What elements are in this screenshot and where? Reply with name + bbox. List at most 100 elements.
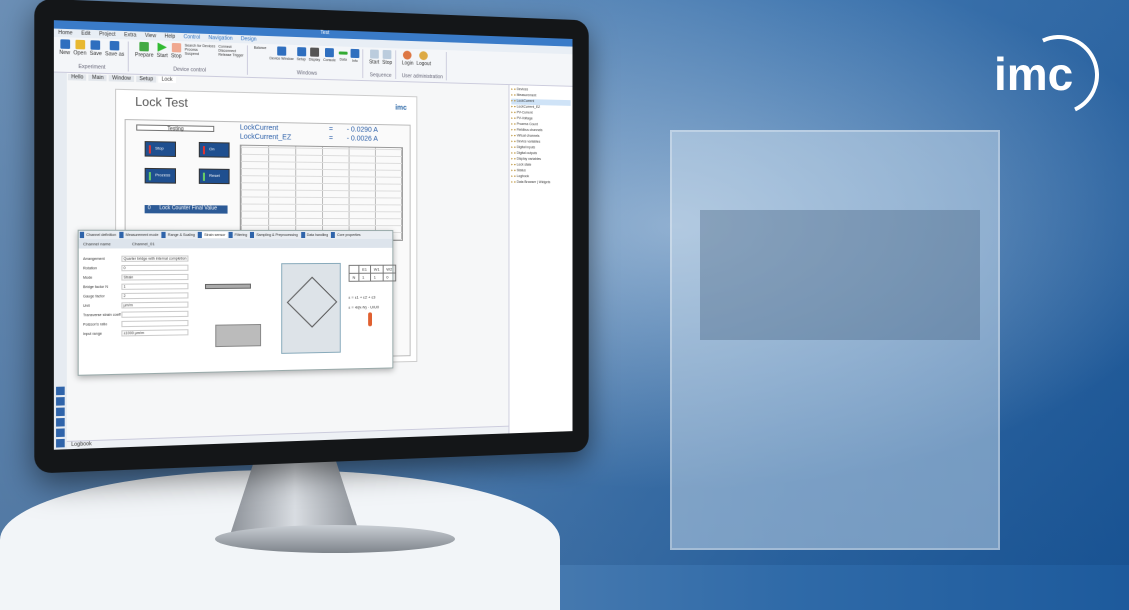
logbook-bar[interactable]: Logbook	[66, 425, 509, 450]
tab-widgets[interactable]: Widgets	[539, 180, 551, 184]
counter-value: 0	[147, 205, 151, 212]
field-input[interactable]: Quarter bridge with internal completion	[121, 254, 189, 262]
prepare-button[interactable]: Prepare	[135, 41, 154, 66]
on-panel-button[interactable]: On	[198, 141, 230, 158]
data-icon	[338, 51, 348, 55]
field-input[interactable]	[121, 310, 189, 318]
tab-hello[interactable]: Hello	[67, 73, 87, 81]
menu-home[interactable]: Home	[58, 30, 72, 37]
field-label: Mode	[83, 275, 93, 280]
info-icon	[350, 48, 360, 59]
sequence-start-icon	[369, 49, 379, 59]
readout-eq: =	[328, 126, 333, 134]
start-button[interactable]: Start	[157, 42, 168, 66]
channel-name-row: Channel name Channel_01	[78, 238, 393, 249]
group-label: Experiment	[78, 63, 106, 71]
label: Stop	[382, 59, 393, 67]
label: Login	[401, 60, 414, 67]
tab-data-browser[interactable]: Data Browser	[517, 180, 536, 184]
tab-core-properties[interactable]: Core properties	[331, 232, 363, 238]
label: Start	[156, 52, 168, 60]
field-input[interactable]: 2	[121, 291, 189, 299]
tab-measurement-mode[interactable]: Measurement mode	[119, 231, 161, 239]
menu-extra[interactable]: Extra	[124, 32, 136, 39]
balance-button[interactable]: Balance	[254, 46, 267, 70]
cell: 1	[358, 273, 371, 282]
reset-panel-button[interactable]: Reset	[198, 168, 230, 185]
save-as-button[interactable]: Save as	[105, 40, 125, 65]
tab-lock[interactable]: Lock	[158, 76, 176, 84]
menu-control[interactable]: Control	[184, 34, 201, 41]
menu-project[interactable]: Project	[99, 31, 116, 38]
window-icon	[277, 46, 287, 56]
tool-icon[interactable]	[56, 407, 65, 417]
panel-area: Hello Main Window Setup Lock Lock Test i…	[66, 72, 509, 450]
save-button[interactable]: Save	[90, 40, 102, 64]
readout-name: LockCurrent_EZ	[239, 133, 292, 142]
menu-edit[interactable]: Edit	[81, 31, 90, 38]
field-label: Poisson's ratio	[83, 321, 108, 327]
tab-range-scaling[interactable]: Range & Scaling	[161, 231, 197, 239]
tab-strain-sensor[interactable]: Strain sensor	[198, 231, 228, 239]
curve-window[interactable]	[239, 144, 403, 242]
menu-navigation[interactable]: Navigation	[208, 35, 232, 42]
new-button[interactable]: New	[59, 39, 70, 63]
tool-icon[interactable]	[56, 417, 65, 427]
bridge-diamond	[286, 276, 338, 328]
readout-value: - 0.0026 A	[346, 135, 378, 143]
sequence-start-button[interactable]: Start	[369, 49, 379, 72]
info-button[interactable]: Info	[350, 48, 360, 72]
stop-button[interactable]: Stop	[171, 42, 182, 67]
login-button[interactable]: Login	[401, 50, 414, 74]
device-actions: Search for Devices Process Suspend	[185, 43, 216, 67]
readout-eq: =	[328, 135, 333, 143]
tab-window[interactable]: Window	[108, 75, 135, 82]
tool-icon[interactable]	[56, 438, 65, 448]
label: Save	[89, 50, 102, 58]
label: Save as	[105, 51, 125, 58]
menu-view[interactable]: View	[145, 33, 156, 40]
tab-setup[interactable]: Setup	[136, 75, 157, 83]
device-window-button[interactable]: Device Window	[269, 46, 294, 70]
tool-icon[interactable]	[56, 428, 65, 438]
ribbon-group-windows: Balance Device Window Setup Display Cons…	[250, 45, 364, 79]
field-label: Transverse strain coeff	[83, 312, 121, 317]
display-button[interactable]: Display	[309, 47, 320, 70]
tab-filtering[interactable]: Filtering	[228, 231, 250, 239]
tab-channel-definition[interactable]: Channel definition	[79, 231, 119, 239]
tab-main[interactable]: Main	[88, 74, 107, 82]
field-input[interactable]: 1	[121, 282, 189, 290]
tool-icon[interactable]	[56, 397, 65, 406]
tool-icon[interactable]	[56, 386, 65, 396]
menu-design[interactable]: Design	[241, 36, 257, 43]
open-button[interactable]: Open	[73, 39, 86, 64]
tab-sampling[interactable]: Sampling & Preprocessing	[250, 231, 300, 239]
form-row: Input range ±1000 µm/m	[83, 327, 189, 338]
suspend-button[interactable]: Suspend	[185, 52, 216, 57]
menu-help[interactable]: Help	[164, 33, 175, 40]
stop-panel-button[interactable]: Stop	[144, 141, 177, 157]
test-machine-window	[700, 210, 980, 340]
label: Data	[339, 57, 347, 62]
console-button[interactable]: Console	[323, 48, 336, 71]
channel-name-value[interactable]: Channel_01	[132, 241, 155, 246]
sequence-stop-button[interactable]: Stop	[382, 49, 393, 73]
page-title: Lock Test	[135, 94, 188, 111]
setup-button[interactable]: Setup	[297, 47, 306, 70]
field-input[interactable]: µm/m	[121, 301, 189, 308]
cell: N	[349, 273, 359, 282]
data-button[interactable]: Data	[338, 48, 348, 71]
logout-button[interactable]: Logout	[416, 51, 431, 74]
sequence-stop-icon	[382, 49, 392, 60]
field-input[interactable]: Strain	[121, 273, 189, 281]
field-input[interactable]: ±1000 µm/m	[121, 328, 189, 336]
tab-data-handling[interactable]: Data handling	[300, 231, 331, 239]
release-trigger-button[interactable]: Release Trigger	[218, 53, 243, 58]
context-tab[interactable]: Test	[320, 30, 329, 38]
connection-actions: Connect Disconnect Release Trigger	[218, 44, 243, 68]
prozess-panel-button[interactable]: Prozess	[144, 167, 177, 184]
formula: ε = ε1 + ε2 + ε3	[348, 294, 376, 300]
field-input[interactable]	[121, 319, 189, 327]
field-input[interactable]: 0	[121, 264, 189, 271]
label: Logout	[416, 60, 431, 68]
